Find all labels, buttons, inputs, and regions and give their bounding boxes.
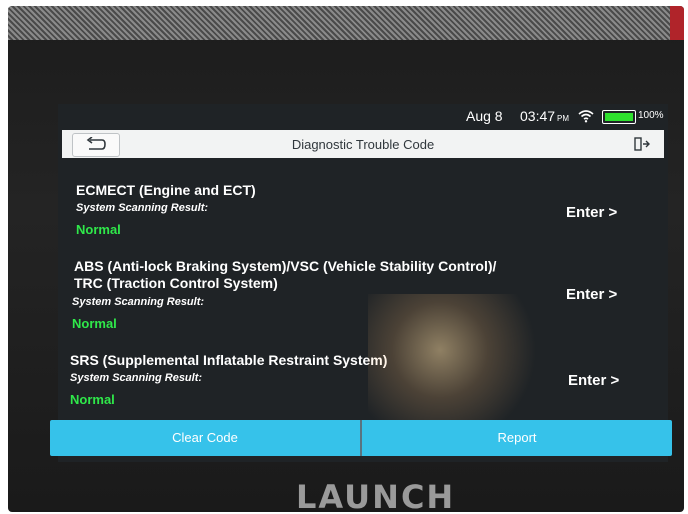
page-title: Diagnostic Trouble Code bbox=[291, 137, 435, 152]
scan-result-label: System Scanning Result: bbox=[76, 202, 209, 214]
scan-result-status: Normal bbox=[72, 316, 117, 331]
scan-result-label: System Scanning Result: bbox=[70, 372, 203, 384]
status-date: Aug 8 bbox=[466, 108, 503, 124]
battery-icon bbox=[602, 110, 636, 124]
report-button[interactable]: Report bbox=[362, 420, 672, 456]
scan-result-status: Normal bbox=[76, 222, 121, 237]
status-bar: Aug 8 03:47 PM 100% bbox=[58, 104, 668, 128]
status-ampm: PM bbox=[557, 114, 570, 123]
status-time-value: 03:47 bbox=[520, 108, 556, 124]
device-top-edge bbox=[8, 6, 684, 40]
device-screen: Aug 8 03:47 PM 100% Diagnostic Trouble Co… bbox=[58, 104, 668, 462]
system-name-line-2: TRC (Traction Control System) bbox=[74, 275, 278, 291]
system-name: SRS (Supplemental Inflatable Restraint S… bbox=[70, 352, 388, 368]
clear-code-button[interactable]: Clear Code bbox=[50, 420, 360, 456]
title-bar: Diagnostic Trouble Code bbox=[62, 130, 664, 158]
wifi-icon bbox=[578, 110, 594, 123]
system-name: ABS (Anti-lock Braking System)/VSC (Vehi… bbox=[74, 258, 497, 274]
screen-glare bbox=[368, 294, 548, 434]
exit-icon[interactable] bbox=[634, 137, 650, 151]
status-time: 03:47 PM bbox=[520, 108, 569, 124]
scan-result-label: System Scanning Result: bbox=[72, 296, 205, 308]
action-bar: Clear Code Report bbox=[50, 420, 672, 456]
system-name: ECMECT (Engine and ECT) bbox=[76, 182, 256, 198]
enter-button[interactable]: Enter > bbox=[568, 372, 619, 389]
enter-button[interactable]: Enter > bbox=[566, 204, 617, 221]
enter-button[interactable]: Enter > bbox=[566, 286, 617, 303]
brand-logo: LAUNCH bbox=[296, 478, 456, 512]
battery-percent: 100% bbox=[638, 110, 664, 121]
scan-tool-device: Aug 8 03:47 PM 100% Diagnostic Trouble Co… bbox=[8, 6, 684, 512]
scan-result-status: Normal bbox=[70, 392, 115, 407]
